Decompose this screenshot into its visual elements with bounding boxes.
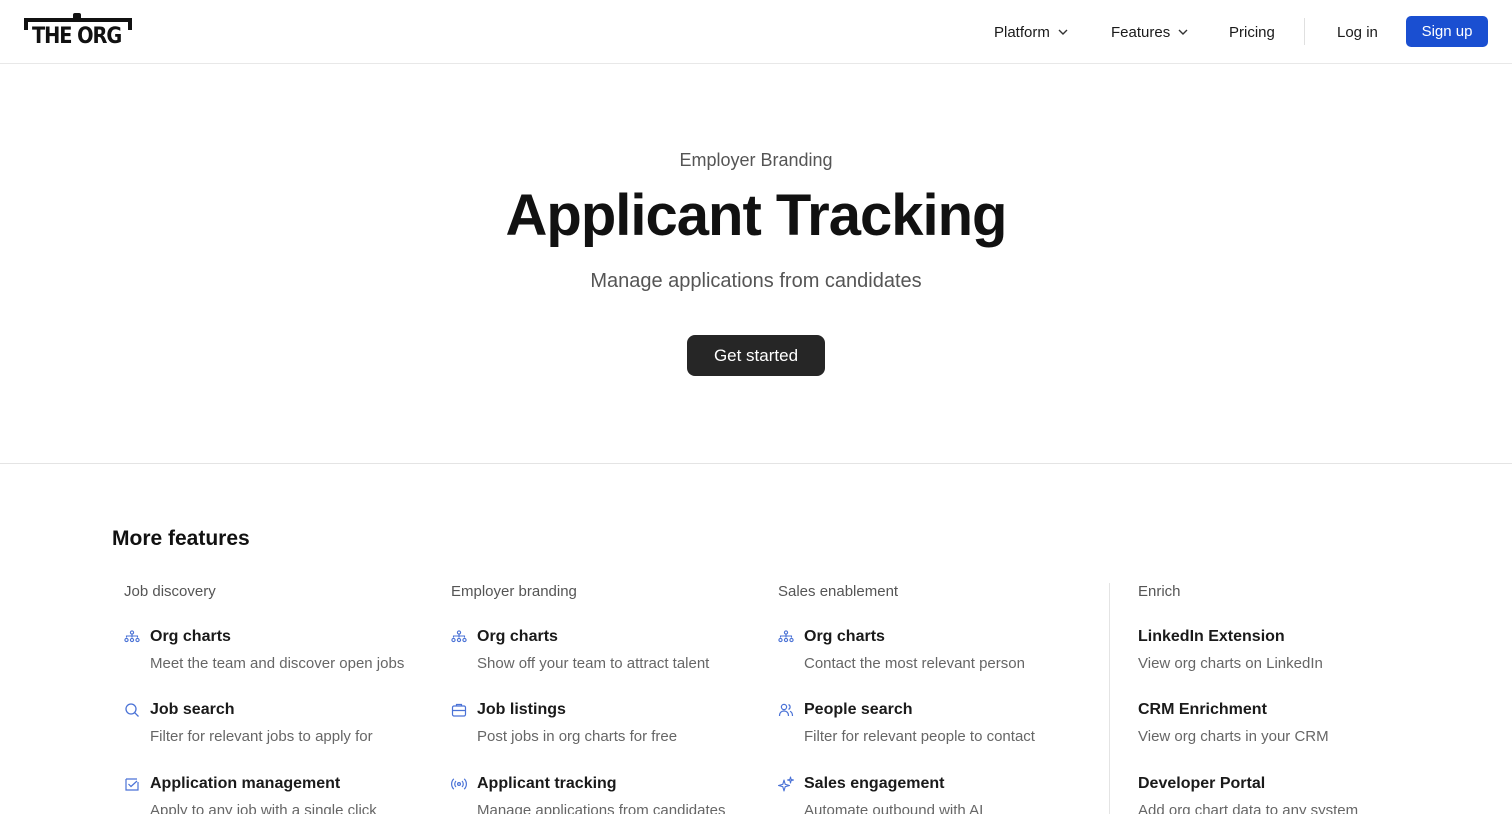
column-heading: Job discovery — [124, 583, 216, 600]
feature-desc: Manage applications from candidates — [477, 802, 726, 814]
feature-title: CRM Enrichment — [1138, 701, 1267, 718]
chevron-down-icon — [1058, 29, 1068, 35]
section-divider — [0, 463, 1512, 464]
feature-desc: View org charts in your CRM — [1138, 728, 1329, 745]
feature-desc: Add org chart data to any system — [1138, 802, 1359, 814]
feature-desc: Meet the team and discover open jobs — [150, 655, 405, 672]
logo-text: THE ORG — [32, 24, 122, 49]
feature-column-enrich: Enrich LinkedIn Extension View org chart… — [1138, 583, 1438, 814]
signup-button[interactable]: Sign up — [1406, 16, 1488, 47]
feature-title: LinkedIn Extension — [1138, 628, 1285, 645]
more-features-heading: More features — [112, 527, 250, 550]
people-icon — [778, 703, 794, 717]
column-heading: Employer branding — [451, 583, 577, 600]
feature-title: Application management — [150, 775, 341, 792]
search-icon — [125, 703, 139, 717]
feature-title: Sales engagement — [804, 775, 945, 792]
feature-desc: Contact the most relevant person — [804, 655, 1025, 672]
application-icon — [125, 778, 139, 791]
feature-desc: Filter for relevant people to contact — [804, 728, 1035, 745]
feature-desc: View org charts on LinkedIn — [1138, 655, 1323, 672]
hero-eyebrow: Employer Branding — [679, 150, 833, 170]
nav-pricing-label: Pricing — [1229, 23, 1275, 41]
column-heading: Enrich — [1138, 583, 1181, 600]
hero-subtitle: Manage applications from candidates — [590, 270, 922, 292]
briefcase-icon — [451, 703, 467, 717]
top-nav: THE ORG Platform Features Pricing Log in… — [0, 0, 1512, 64]
feature-title: Job search — [150, 701, 235, 718]
org-chart-icon — [451, 630, 467, 643]
feature-title: Job listings — [477, 701, 566, 718]
feature-column-employer-branding: Employer branding Org charts Show off yo… — [451, 583, 751, 814]
feature-title: Org charts — [150, 628, 231, 645]
nav-platform[interactable]: Platform — [994, 20, 1068, 44]
page-title: Applicant Tracking — [505, 183, 1008, 248]
login-link[interactable]: Log in — [1337, 20, 1378, 44]
nav-features-label: Features — [1111, 23, 1171, 41]
feature-title: Org charts — [804, 628, 885, 645]
feature-desc: Automate outbound with AI — [804, 802, 984, 814]
login-label: Log in — [1337, 23, 1378, 41]
get-started-button[interactable]: Get started — [687, 335, 825, 376]
nav-divider — [1304, 18, 1305, 45]
feature-title: Developer Portal — [1138, 775, 1266, 792]
sparkle-icon — [778, 776, 794, 792]
feature-desc: Filter for relevant jobs to apply for — [150, 728, 373, 745]
feature-desc: Apply to any job with a single click — [150, 802, 377, 814]
org-chart-icon — [778, 630, 794, 643]
nav-pricing[interactable]: Pricing — [1229, 20, 1275, 44]
nav-features[interactable]: Features — [1111, 20, 1188, 44]
column-heading: Sales enablement — [778, 583, 899, 600]
column-divider — [1109, 583, 1110, 814]
feature-title: People search — [804, 701, 913, 718]
feature-column-job-discovery: Job discovery Org charts Meet the team a… — [124, 583, 424, 814]
org-chart-icon — [124, 630, 140, 643]
nav-platform-label: Platform — [994, 23, 1050, 41]
feature-desc: Post jobs in org charts for free — [477, 728, 678, 745]
the-org-logo[interactable]: THE ORG — [24, 13, 134, 49]
broadcast-icon — [451, 778, 467, 790]
chevron-down-icon — [1178, 29, 1188, 35]
feature-title: Applicant tracking — [477, 775, 617, 792]
feature-title: Org charts — [477, 628, 558, 645]
feature-column-sales-enablement: Sales enablement Org charts Contact the … — [778, 583, 1088, 814]
feature-desc: Show off your team to attract talent — [477, 655, 710, 672]
